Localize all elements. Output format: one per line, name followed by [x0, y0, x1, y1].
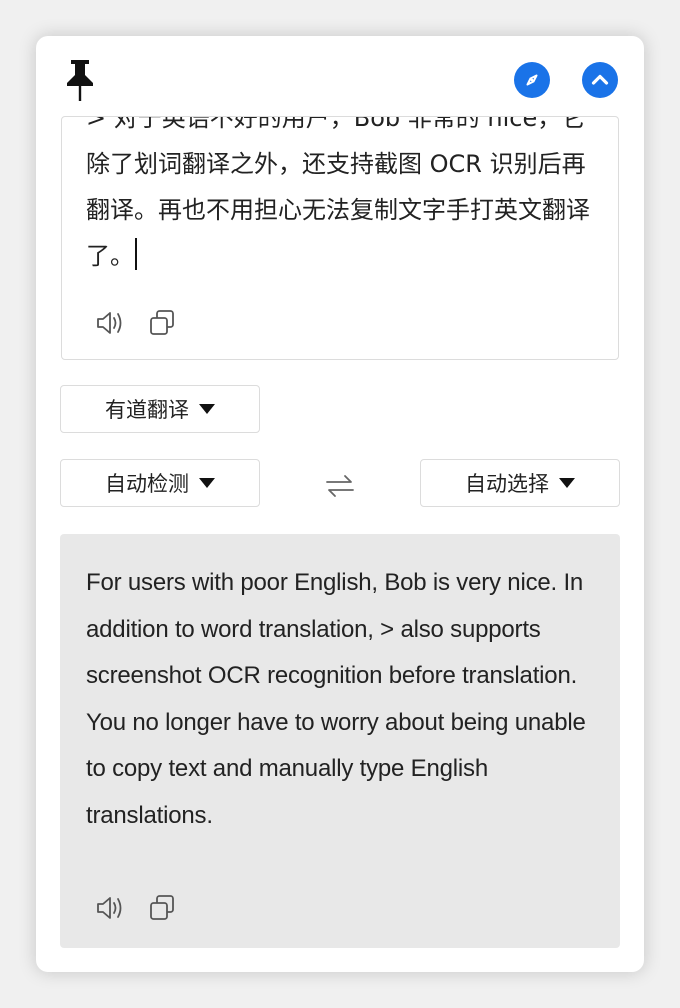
- compass-button[interactable]: [514, 62, 550, 98]
- translator-window: > 对于英语不好的用户，Bob 非常的 nice，它除了划词翻译之外，还支持截图…: [36, 36, 644, 972]
- translation-result-box: For users with poor English, Bob is very…: [60, 534, 620, 948]
- target-language-label: 自动选择: [465, 472, 549, 496]
- source-language-dropdown[interactable]: 自动检测: [60, 459, 260, 507]
- service-dropdown[interactable]: 有道翻译: [60, 385, 260, 433]
- text-caret: [135, 238, 137, 270]
- swap-languages-icon[interactable]: [324, 470, 356, 502]
- caret-down-icon: [199, 404, 215, 414]
- translation-result-text: For users with poor English, Bob is very…: [86, 569, 586, 829]
- copy-icon[interactable]: [146, 307, 178, 339]
- caret-down-icon: [199, 478, 215, 488]
- collapse-button[interactable]: [582, 62, 618, 98]
- source-text-box[interactable]: > 对于英语不好的用户，Bob 非常的 nice，它除了划词翻译之外，还支持截图…: [61, 116, 619, 360]
- source-text: > 对于英语不好的用户，Bob 非常的 nice，它除了划词翻译之外，还支持截图…: [86, 116, 590, 270]
- source-text-area[interactable]: > 对于英语不好的用户，Bob 非常的 nice，它除了划词翻译之外，还支持截图…: [86, 116, 602, 279]
- target-language-dropdown[interactable]: 自动选择: [420, 459, 620, 507]
- pin-icon[interactable]: [64, 58, 96, 102]
- service-label: 有道翻译: [105, 398, 189, 422]
- source-language-label: 自动检测: [105, 472, 189, 496]
- chevron-up-icon: [591, 74, 609, 85]
- speaker-icon[interactable]: [94, 307, 126, 339]
- speaker-icon[interactable]: [94, 892, 126, 924]
- compass-icon: [526, 74, 538, 86]
- copy-icon[interactable]: [146, 892, 178, 924]
- caret-down-icon: [559, 478, 575, 488]
